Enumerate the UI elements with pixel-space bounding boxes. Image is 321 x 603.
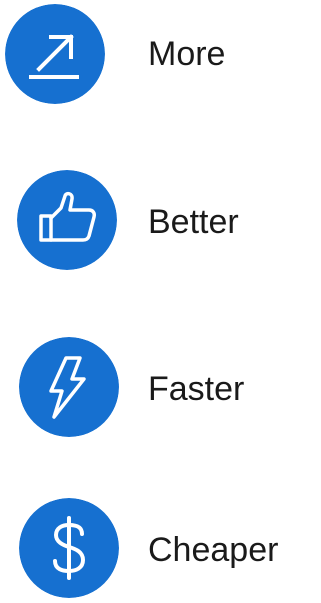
dollar-sign-icon xyxy=(19,498,119,598)
list-item-more: More xyxy=(0,4,321,104)
arrow-up-right-icon xyxy=(5,4,105,104)
item-label-better: Better xyxy=(148,203,239,241)
list-item-faster: Faster xyxy=(0,337,321,437)
list-item-cheaper: Cheaper xyxy=(0,498,321,598)
lightning-bolt-icon xyxy=(19,337,119,437)
item-label-faster: Faster xyxy=(148,370,245,408)
item-label-more: More xyxy=(148,35,226,73)
thumbs-up-icon xyxy=(17,170,117,270)
list-item-better: Better xyxy=(0,170,321,270)
item-label-cheaper: Cheaper xyxy=(148,531,279,569)
